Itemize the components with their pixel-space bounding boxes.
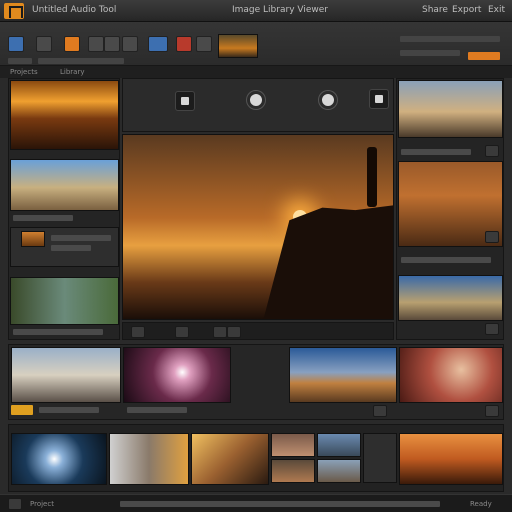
thumbnail-menu-button[interactable] (485, 231, 499, 243)
image-thumbnail[interactable] (109, 433, 189, 485)
thumbnail-menu-button[interactable] (485, 145, 499, 157)
image-thumbnail[interactable] (399, 433, 503, 485)
import-button[interactable] (8, 36, 24, 52)
image-thumbnail[interactable] (10, 159, 119, 211)
image-thumbnail[interactable] (10, 277, 119, 325)
status-bar: Project Ready (0, 494, 512, 512)
image-thumbnail[interactable] (11, 347, 121, 403)
thumbnail-caption (401, 257, 491, 263)
thumbnail-menu-button[interactable] (485, 405, 499, 417)
thumbnail-menu-button[interactable] (485, 323, 499, 335)
status-ready: Ready (470, 500, 492, 508)
tab-projects[interactable]: Projects (10, 68, 38, 76)
figure-silhouette (367, 147, 377, 207)
display-button[interactable] (148, 36, 168, 52)
toolbar-divider (400, 50, 460, 56)
toolbar-divider (8, 58, 32, 64)
prev-button[interactable] (131, 326, 145, 338)
app-title: Untitled Audio Tool (32, 5, 117, 15)
menu-share[interactable]: Share (422, 5, 448, 15)
capture-button[interactable] (247, 91, 265, 109)
image-thumbnail[interactable] (11, 433, 107, 485)
tab-library[interactable]: Library (60, 68, 84, 76)
viewer-footer (122, 322, 394, 340)
accent-button[interactable] (468, 52, 500, 60)
accent-tag[interactable] (11, 405, 33, 415)
image-thumbnail[interactable] (399, 347, 503, 403)
menu-exit[interactable]: Exit (488, 5, 505, 15)
settings-button[interactable] (196, 36, 212, 52)
media-strip (8, 344, 504, 420)
app-logo (4, 3, 24, 19)
cliff-silhouette (263, 205, 393, 319)
preview-thumbnail[interactable] (218, 34, 258, 58)
rotate-button[interactable] (175, 91, 195, 111)
image-thumbnail[interactable] (21, 231, 45, 247)
thumbnail-caption (127, 407, 187, 413)
image-thumbnail[interactable] (191, 433, 269, 485)
filter-button[interactable] (122, 36, 138, 52)
toolbar-divider (38, 58, 124, 64)
record-button[interactable] (319, 91, 337, 109)
image-thumbnail[interactable] (123, 347, 231, 403)
image-thumbnail[interactable] (289, 347, 397, 403)
crop-button[interactable] (104, 36, 120, 52)
right-panel (396, 78, 504, 340)
image-thumbnail[interactable] (271, 433, 315, 457)
main-image-viewer[interactable] (122, 134, 394, 320)
filmstrip (8, 424, 504, 492)
title-bar: Untitled Audio Tool Image Library Viewer… (0, 0, 512, 22)
thumbnail-caption (51, 245, 91, 251)
viewer-controls (122, 78, 394, 132)
toolbar-divider (400, 36, 500, 42)
stop-button[interactable] (213, 326, 227, 338)
edit-button[interactable] (88, 36, 104, 52)
left-panel (8, 78, 120, 340)
thumbnail-menu-button[interactable] (373, 405, 387, 417)
fullscreen-button[interactable] (369, 89, 389, 109)
status-project: Project (30, 500, 54, 508)
thumbnail-caption (39, 407, 99, 413)
thumbnail-caption (13, 329, 103, 335)
thumbnail-caption (13, 215, 73, 221)
record-button[interactable] (176, 36, 192, 52)
image-thumbnail[interactable] (10, 80, 119, 150)
panel-tabs: Projects Library (0, 66, 512, 78)
image-thumbnail[interactable] (317, 459, 361, 483)
window-title: Image Library Viewer (232, 5, 328, 15)
status-toggle-button[interactable] (8, 498, 22, 510)
thumbnail-caption (51, 235, 111, 241)
play-button[interactable] (175, 326, 189, 338)
thumbnail-caption (401, 149, 471, 155)
folder-button[interactable] (64, 36, 80, 52)
image-thumbnail[interactable] (317, 433, 361, 457)
menu-export[interactable]: Export (452, 5, 481, 15)
list-item[interactable] (363, 433, 397, 483)
image-thumbnail[interactable] (398, 80, 503, 138)
image-thumbnail[interactable] (398, 275, 503, 321)
next-button[interactable] (227, 326, 241, 338)
image-thumbnail[interactable] (271, 459, 315, 483)
camera-button[interactable] (36, 36, 52, 52)
main-toolbar (0, 22, 512, 66)
timeline-scrollbar[interactable] (120, 501, 440, 507)
